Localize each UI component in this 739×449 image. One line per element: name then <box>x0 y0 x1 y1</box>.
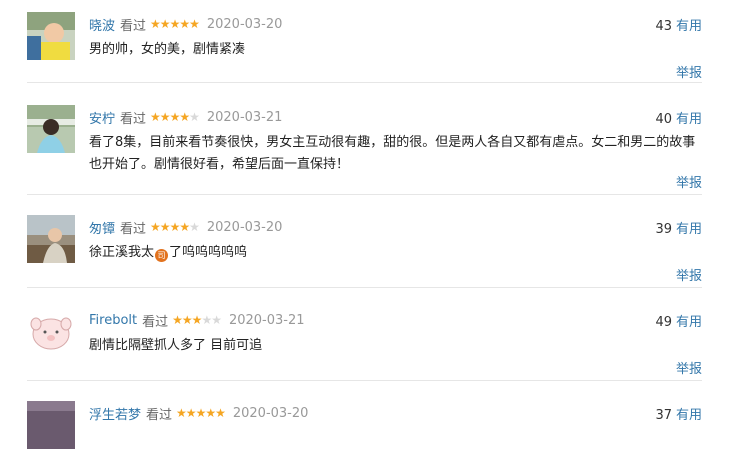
username-link[interactable]: 晓波 <box>89 15 115 34</box>
rating-stars: ★ ★ ★ ★ ★ <box>150 17 200 31</box>
star-filled-icon: ★ <box>159 17 171 31</box>
star-filled-icon: ★ <box>169 110 181 124</box>
useful-vote[interactable]: 37 有用 <box>655 404 702 423</box>
useful-vote[interactable]: 43 有用 <box>655 15 702 34</box>
review-item: 匆镡 看过 ★ ★ ★ ★ ★ 2020-03-20 39 有用 徐正溪我太司了呜呜呜呜呜… <box>27 215 702 288</box>
review-content: 徐正溪我太司了呜呜呜呜呜 <box>89 242 701 264</box>
useful-button[interactable]: 有用 <box>676 315 702 330</box>
review-header: 安柠 看过 ★ ★ ★ ★ ★ 2020-03-21 <box>89 108 283 127</box>
star-filled-icon: ★ <box>150 17 161 31</box>
rating-stars: ★ ★ ★ ★ ★ <box>150 220 200 234</box>
useful-vote[interactable]: 39 有用 <box>655 218 702 237</box>
rating-stars: ★ ★ ★ ★ ★ <box>150 110 200 124</box>
star-filled-icon: ★ <box>189 17 200 31</box>
watch-status: 看过 <box>120 18 147 34</box>
avatar[interactable] <box>27 401 75 449</box>
star-filled-icon: ★ <box>159 110 171 124</box>
useful-button[interactable]: 有用 <box>676 112 702 127</box>
review-date: 2020-03-20 <box>206 219 283 235</box>
review-item: 安柠 看过 ★ ★ ★ ★ ★ 2020-03-21 40 有用 看了8集，目前来看节奏很… <box>27 105 702 195</box>
avatar[interactable] <box>27 215 75 263</box>
review-content: 剧情比隔壁抓人多了 目前可追 <box>89 338 263 353</box>
rating-stars: ★ ★ ★ ★ ★ <box>172 313 222 327</box>
useful-vote[interactable]: 49 有用 <box>655 311 702 330</box>
star-empty-icon: ★ <box>189 220 200 234</box>
useful-count: 40 <box>655 112 672 127</box>
review-date: 2020-03-20 <box>206 16 283 32</box>
avatar[interactable] <box>27 105 75 153</box>
star-empty-icon: ★ <box>189 110 200 124</box>
review-date: 2020-03-20 <box>232 405 309 421</box>
review-date: 2020-03-21 <box>206 109 283 125</box>
useful-button[interactable]: 有用 <box>676 222 702 237</box>
star-empty-icon: ★ <box>201 313 212 327</box>
username-link[interactable]: 匆镡 <box>89 218 115 237</box>
watch-status: 看过 <box>146 407 173 423</box>
review-date: 2020-03-21 <box>228 312 305 328</box>
useful-vote[interactable]: 40 有用 <box>655 108 702 127</box>
report-link[interactable]: 举报 <box>676 62 702 81</box>
star-filled-icon: ★ <box>172 313 183 327</box>
review-content: 看了8集，目前来看节奏很快，男女主互动很有趣，甜的很。但是两人各自又都有虐点。女… <box>89 135 696 172</box>
star-filled-icon: ★ <box>150 220 161 234</box>
star-filled-icon: ★ <box>150 110 161 124</box>
watch-status: 看过 <box>120 221 147 237</box>
useful-count: 43 <box>655 19 672 34</box>
review-header: 匆镡 看过 ★ ★ ★ ★ ★ 2020-03-20 <box>89 218 283 237</box>
avatar[interactable] <box>27 308 75 356</box>
useful-button[interactable]: 有用 <box>676 19 702 34</box>
star-filled-icon: ★ <box>179 110 190 124</box>
star-filled-icon: ★ <box>159 220 171 234</box>
star-filled-icon: ★ <box>191 313 203 327</box>
star-filled-icon: ★ <box>169 17 181 31</box>
review-content: 男的帅，女的美，剧情紧凑 <box>89 42 246 57</box>
star-empty-icon: ★ <box>211 313 222 327</box>
username-link[interactable]: 浮生若梦 <box>89 404 141 423</box>
star-filled-icon: ★ <box>169 220 181 234</box>
star-filled-icon: ★ <box>179 220 190 234</box>
report-link[interactable]: 举报 <box>676 172 702 191</box>
review-header: 浮生若梦 看过 ★ ★ ★ ★ ★ 2020-03-20 <box>89 404 309 423</box>
avatar[interactable] <box>27 12 75 60</box>
review-item: 浮生若梦 看过 ★ ★ ★ ★ ★ 2020-03-20 37 有用 <box>27 401 702 449</box>
review-item: Firebolt 看过 ★ ★ ★ ★ ★ 2020-03-21 49 有用 剧情比隔壁抓… <box>27 308 702 381</box>
useful-count: 37 <box>655 408 672 423</box>
report-link[interactable]: 举报 <box>676 358 702 377</box>
useful-count: 49 <box>655 315 672 330</box>
review-header: 晓波 看过 ★ ★ ★ ★ ★ 2020-03-20 <box>89 15 283 34</box>
watch-status: 看过 <box>120 111 147 127</box>
star-filled-icon: ★ <box>181 313 193 327</box>
emoji-icon: 司 <box>155 249 169 262</box>
star-filled-icon: ★ <box>179 17 190 31</box>
review-header: Firebolt 看过 ★ ★ ★ ★ ★ 2020-03-21 <box>89 311 305 330</box>
username-link[interactable]: Firebolt <box>89 313 137 328</box>
useful-button[interactable]: 有用 <box>676 408 702 423</box>
content-text: 徐正溪我太 <box>89 245 155 260</box>
username-link[interactable]: 安柠 <box>89 108 115 127</box>
report-link[interactable]: 举报 <box>676 265 702 284</box>
useful-count: 39 <box>655 222 672 237</box>
review-item: 晓波 看过 ★ ★ ★ ★ ★ 2020-03-20 43 有用 男的帅，女的美，剧情紧凑… <box>27 12 702 83</box>
content-text: 了呜呜呜呜呜 <box>169 245 248 260</box>
watch-status: 看过 <box>142 314 169 330</box>
